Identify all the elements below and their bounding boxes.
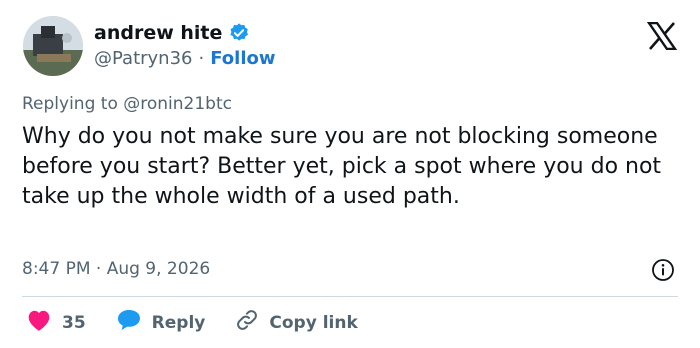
- divider: [22, 296, 678, 297]
- avatar[interactable]: [23, 16, 83, 76]
- tweet-text: Why do you not make sure you are not blo…: [22, 124, 662, 209]
- like-button[interactable]: 35: [26, 308, 86, 337]
- reply-button[interactable]: Reply: [116, 308, 206, 337]
- author-display-name[interactable]: andrew hite: [94, 22, 222, 44]
- x-logo-icon[interactable]: [646, 21, 678, 51]
- copy-link-button[interactable]: Copy link: [235, 308, 358, 337]
- action-bar: 35 Reply Copy link: [26, 308, 388, 337]
- reply-label: Reply: [151, 312, 206, 333]
- follow-button[interactable]: Follow: [210, 48, 275, 69]
- separator-dot: ·: [198, 48, 205, 69]
- like-count: 35: [62, 312, 86, 333]
- reply-context: Replying to @ronin21btc: [22, 94, 232, 114]
- link-icon: [235, 308, 259, 337]
- reply-bubble-icon: [116, 308, 142, 337]
- tweet-timestamp[interactable]: 8:47 PM · Aug 9, 2026: [22, 259, 210, 279]
- heart-icon: [26, 308, 52, 337]
- reply-prefix: Replying to: [22, 94, 118, 114]
- verified-badge-icon: [228, 22, 250, 44]
- reply-mention[interactable]: @ronin21btc: [123, 94, 232, 114]
- author-handle[interactable]: @Patryn36: [94, 48, 193, 69]
- info-icon[interactable]: [651, 258, 675, 282]
- copy-link-label: Copy link: [269, 312, 358, 333]
